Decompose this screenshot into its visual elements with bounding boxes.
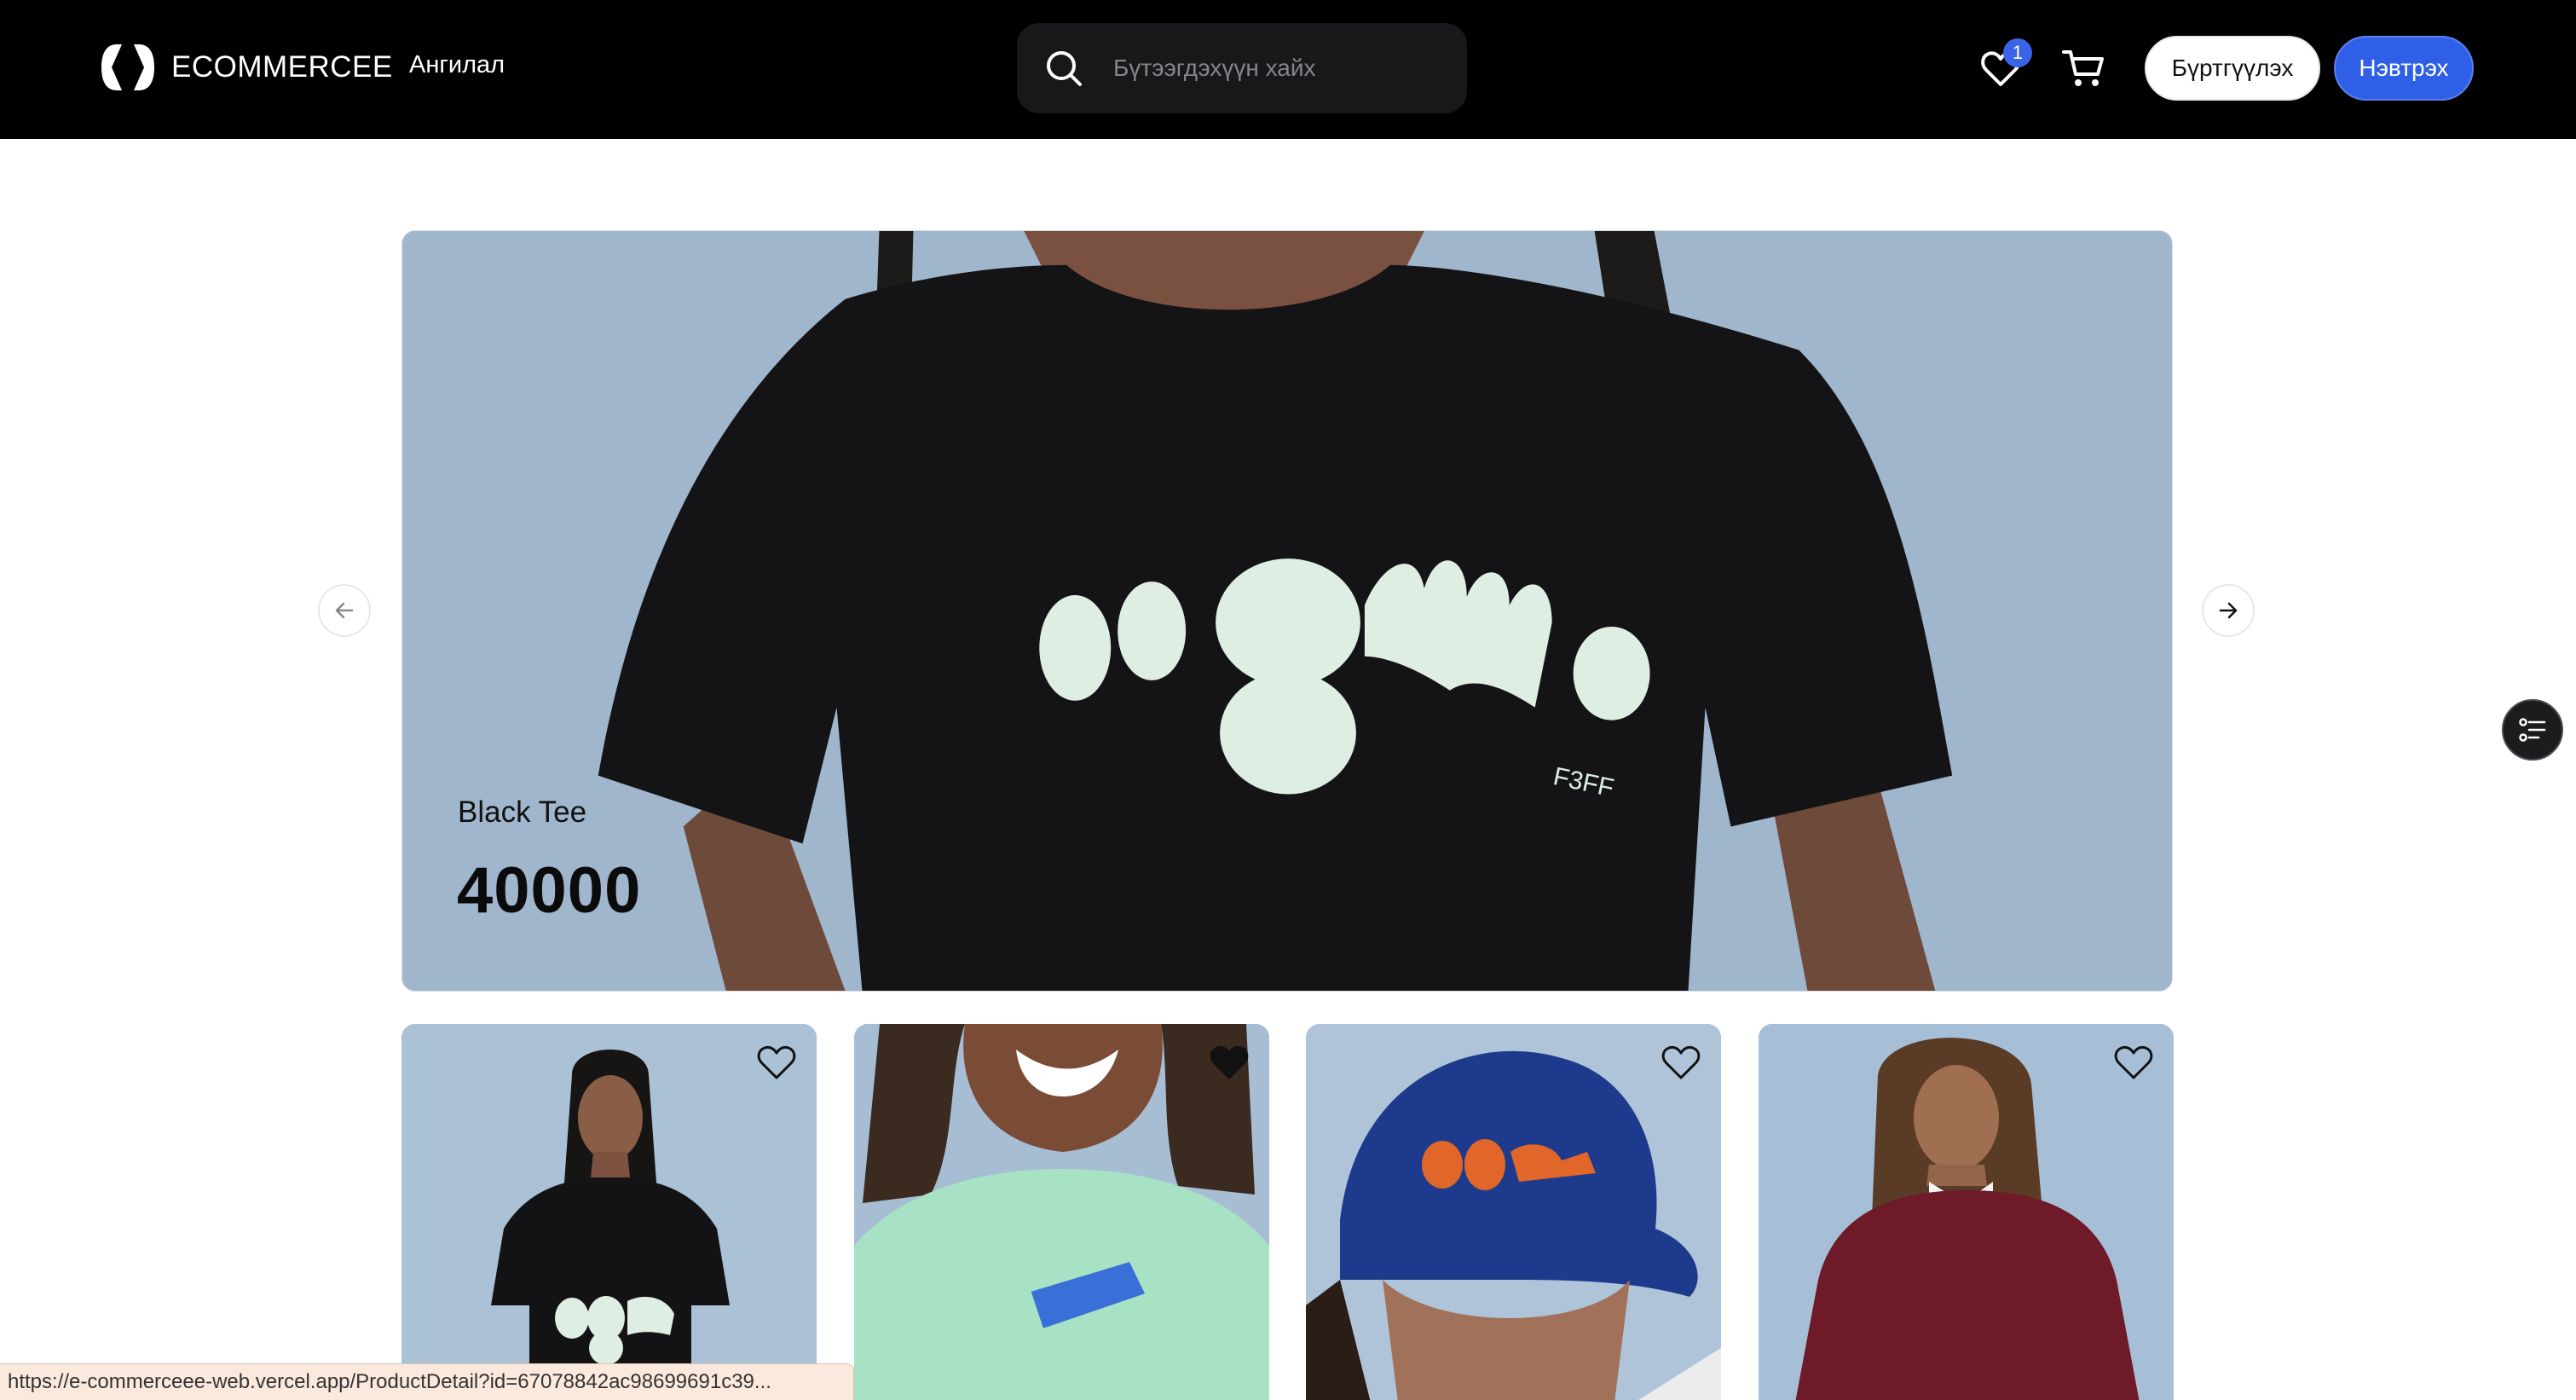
brand-logo[interactable]: ECOMMERCEE xyxy=(100,41,393,94)
carousel-next-button[interactable] xyxy=(2202,584,2255,637)
wishlist-count-badge: 1 xyxy=(2003,38,2032,67)
brand-logo-icon xyxy=(101,44,154,90)
arrow-right-icon xyxy=(2219,602,2238,619)
product-card[interactable] xyxy=(854,1024,1269,1400)
product-image xyxy=(401,1024,817,1400)
nav-category-link[interactable]: Ангилал xyxy=(409,51,505,79)
brand-name: ECOMMERCEE xyxy=(171,50,393,84)
search-bar[interactable] xyxy=(1017,23,1467,113)
hero-product-image: F3FF xyxy=(402,231,2172,991)
product-card[interactable] xyxy=(401,1024,817,1400)
login-button[interactable]: Нэвтрэх xyxy=(2334,36,2474,101)
cart-icon[interactable] xyxy=(2061,47,2105,90)
hero-product-price: 40000 xyxy=(457,854,642,927)
link-status-bar: https://e-commerceee-web.vercel.app/Prod… xyxy=(0,1363,854,1400)
product-card[interactable] xyxy=(1306,1024,1721,1400)
filter-button[interactable] xyxy=(2502,699,2563,761)
filter-list-icon xyxy=(2519,718,2546,742)
product-card[interactable] xyxy=(1759,1024,2174,1400)
search-input[interactable] xyxy=(1113,55,1437,82)
product-image xyxy=(1759,1024,2174,1400)
arrow-left-icon xyxy=(335,602,354,619)
register-button[interactable]: Бүртгүүлэх xyxy=(2145,36,2320,101)
favorite-heart-icon[interactable] xyxy=(1660,1041,1702,1084)
favorite-heart-icon[interactable] xyxy=(2112,1041,2155,1084)
hero-product-title[interactable]: Black Tee xyxy=(458,795,586,830)
product-image xyxy=(1306,1024,1721,1400)
search-icon xyxy=(1047,51,1082,86)
favorite-heart-icon[interactable] xyxy=(755,1041,798,1084)
top-navbar: ECOMMERCEE Ангилал 1 Бүртгүүлэх Нэвтрэх xyxy=(0,0,2576,139)
carousel-prev-button[interactable] xyxy=(318,584,371,637)
favorite-heart-icon-filled[interactable] xyxy=(1208,1041,1250,1084)
product-image xyxy=(854,1024,1269,1400)
hero-banner[interactable]: F3FF Black Tee 40000 xyxy=(401,230,2173,992)
